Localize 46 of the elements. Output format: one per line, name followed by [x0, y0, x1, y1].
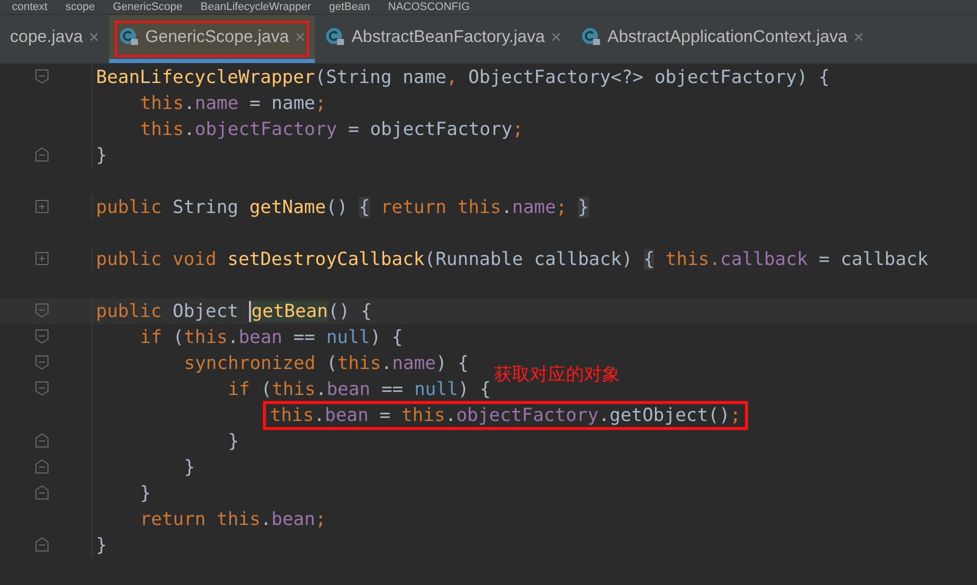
class-lock-icon [581, 27, 602, 47]
collapse-icon[interactable] [35, 303, 49, 318]
code-line: BeanLifecycleWrapper(String name, ObjectFactory<?> objectFactory) { [96, 66, 830, 88]
file-tab[interactable]: AbstractBeanFactory.java × [315, 15, 572, 63]
code-line: this.objectFactory = objectFactory; [140, 118, 524, 140]
collapse-icon[interactable] [35, 381, 49, 396]
code-line: public Object getBean() { [96, 300, 372, 322]
code-line: } [96, 144, 107, 166]
code-line: } [228, 430, 239, 452]
code-line: } [96, 534, 107, 556]
collapse-icon[interactable] [35, 537, 49, 552]
breadcrumb-item[interactable]: scope [65, 1, 95, 13]
code-line: public void setDestroyCallback(Runnable callback) { this.callback = callback [96, 248, 928, 270]
collapse-icon[interactable] [35, 147, 49, 162]
tab-label: GenericScope.java [145, 27, 289, 47]
breadcrumb-item[interactable]: GenericScope [112, 1, 183, 13]
code-line: synchronized (this.name) { [184, 352, 469, 374]
expand-icon[interactable] [35, 251, 49, 266]
code-line: return this.bean; [140, 508, 326, 530]
collapse-icon[interactable] [35, 485, 49, 500]
collapse-icon[interactable] [35, 459, 49, 474]
expand-icon[interactable] [35, 199, 49, 214]
class-lock-icon [325, 27, 346, 47]
breadcrumb-item[interactable]: BeanLifecycleWrapper [200, 1, 312, 13]
collapse-icon[interactable] [35, 329, 49, 344]
file-tab[interactable]: AbstractApplicationContext.java × [571, 15, 874, 63]
file-tab[interactable]: cope.java × [0, 15, 110, 63]
code-line: if (this.bean == null) { [228, 378, 491, 400]
code-line: this.name = name; [140, 92, 326, 114]
breadcrumb-item[interactable]: getBean [329, 1, 370, 13]
tab-label: cope.java [10, 27, 83, 47]
code-line: } [140, 482, 151, 504]
class-lock-icon [119, 27, 140, 47]
annotation-text: 获取对应的对象 [494, 363, 620, 386]
breadcrumb-item[interactable]: NACOSCONFIG [388, 1, 470, 13]
collapse-icon[interactable] [35, 433, 49, 448]
code-line: if (this.bean == null) { [140, 326, 403, 348]
collapse-icon[interactable] [35, 69, 49, 84]
file-tab[interactable]: GenericScope.java × [109, 15, 316, 63]
tab-label: AbstractApplicationContext.java [607, 27, 848, 47]
code-line: this.bean = this.objectFactory.getObject(); [266, 404, 745, 426]
tab-label: AbstractBeanFactory.java [351, 27, 545, 47]
code-line: } [184, 456, 195, 478]
code-line: public String getName() { return this.name; } [96, 196, 589, 218]
breadcrumb-item[interactable]: context [12, 1, 48, 13]
collapse-icon[interactable] [35, 355, 49, 370]
